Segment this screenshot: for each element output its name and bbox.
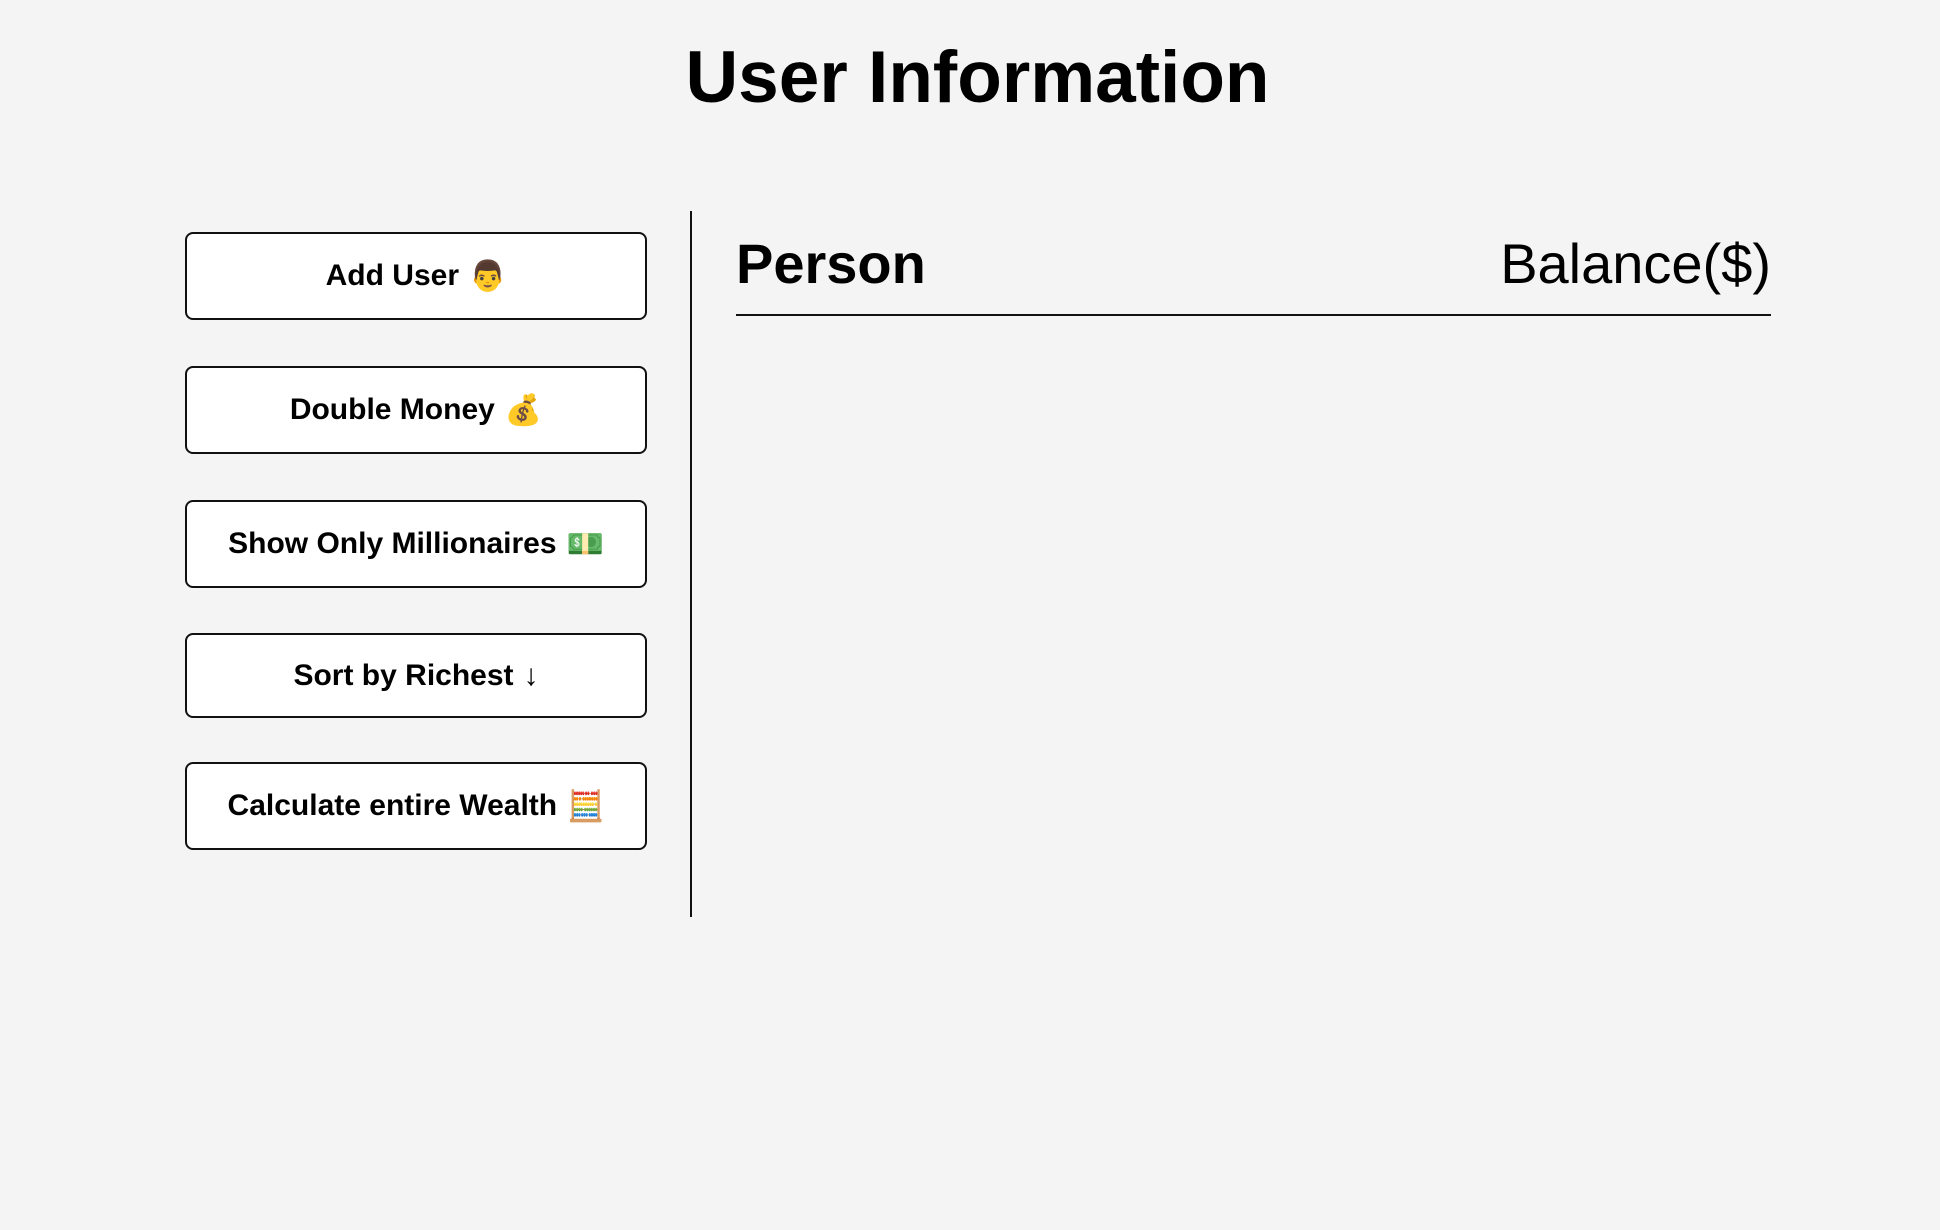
person-icon: 👨: [469, 259, 507, 293]
person-column-header: Person: [736, 232, 926, 295]
vertical-divider: [690, 211, 692, 917]
table-header: Person Balance($): [736, 228, 1771, 316]
money-bag-icon: 💰: [504, 393, 543, 427]
abacus-icon: 🧮: [567, 789, 605, 823]
sort-richest-label: Sort by Richest: [293, 658, 514, 692]
double-money-button[interactable]: Double Money 💰: [185, 366, 647, 454]
calculate-wealth-label: Calculate entire Wealth: [227, 789, 558, 822]
add-user-button[interactable]: Add User 👨: [185, 232, 647, 320]
user-table: Person Balance($): [736, 228, 1771, 316]
sort-richest-button[interactable]: Sort by Richest ↓: [185, 633, 647, 718]
calculate-wealth-button[interactable]: Calculate entire Wealth 🧮: [185, 762, 647, 850]
dollar-banknote-icon: 💵: [566, 527, 604, 561]
down-arrow-icon: ↓: [523, 658, 539, 692]
add-user-label: Add User: [325, 259, 459, 292]
show-millionaires-label: Show Only Millionaires: [228, 527, 557, 560]
double-money-label: Double Money: [289, 393, 495, 426]
page-title: User Information: [685, 37, 1270, 118]
balance-column-header: Balance($): [1500, 232, 1771, 295]
show-millionaires-button[interactable]: Show Only Millionaires 💵: [185, 500, 647, 588]
